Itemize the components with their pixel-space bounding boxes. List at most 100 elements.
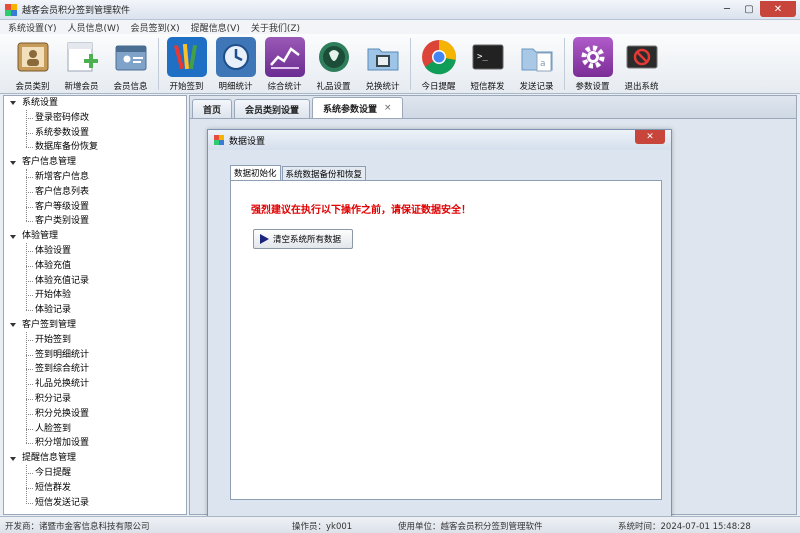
- tree-item-customer-list[interactable]: 客户信息列表: [4, 185, 186, 200]
- gift-settings-button[interactable]: 礼品设置: [309, 34, 358, 94]
- toolbar-separator: [564, 38, 565, 90]
- tree-group-system-settings: 系统设置 登录密码修改 系统参数设置 数据库备份恢复: [4, 96, 186, 155]
- menu-personnel-info[interactable]: 人员信息(W): [68, 21, 120, 34]
- status-unit: 使用单位：越客会员积分签到管理软件: [398, 522, 543, 532]
- menu-system-settings[interactable]: 系统设置(Y): [8, 21, 57, 34]
- dialog-close-button[interactable]: ✕: [635, 130, 665, 144]
- tree-item-sms-send-records[interactable]: 短信发送记录: [4, 496, 186, 511]
- tree-node-experience[interactable]: 体验管理: [4, 229, 186, 244]
- start-signin-button[interactable]: 开始签到: [162, 34, 211, 94]
- tree-item-start-signin[interactable]: 开始签到: [4, 333, 186, 348]
- tree-item-start-experience[interactable]: 开始体验: [4, 288, 186, 303]
- start-signin-icon: [166, 37, 207, 77]
- tree-node-customer-signin[interactable]: 客户签到管理: [4, 318, 186, 333]
- tree-item-recharge-records[interactable]: 体验充值记录: [4, 274, 186, 289]
- clear-all-data-button[interactable]: 清空系统所有数据: [253, 229, 353, 249]
- tree-group-experience: 体验管理 体验设置 体验充值 体验充值记录 开始体验 体验记录: [4, 229, 186, 318]
- menu-bar: 系统设置(Y) 人员信息(W) 会员签到(X) 提醒信息(V) 关于我们(Z): [0, 20, 800, 34]
- status-developer: 开发商：诸暨市金客信息科技有限公司: [5, 522, 150, 532]
- status-time: 系统时间：2024-07-01 15:48:28: [618, 522, 751, 532]
- send-record-button[interactable]: a 发送记录: [512, 34, 561, 94]
- expand-arrow-icon[interactable]: [10, 456, 16, 461]
- tree-item-signin-detail-stats[interactable]: 签到明细统计: [4, 348, 186, 363]
- expand-arrow-icon[interactable]: [10, 101, 16, 106]
- tab-system-parameter-settings[interactable]: 系统参数设置 ×: [312, 97, 403, 118]
- menu-reminder-info[interactable]: 提醒信息(V): [191, 21, 240, 34]
- tree-node-reminder-info[interactable]: 提醒信息管理: [4, 451, 186, 466]
- member-category-button[interactable]: 会员类别: [8, 34, 57, 94]
- toolbar-label: 今日提醒: [421, 82, 456, 92]
- menu-about-us[interactable]: 关于我们(Z): [251, 21, 300, 34]
- dialog-app-icon: [214, 135, 224, 145]
- tree-item-customer-level[interactable]: 客户等级设置: [4, 200, 186, 215]
- tree-item-gift-exchange-stats[interactable]: 礼品兑换统计: [4, 377, 186, 392]
- parameter-settings-icon: [572, 37, 613, 77]
- tree-node-customer-info[interactable]: 客户信息管理: [4, 155, 186, 170]
- exchange-stats-icon: [363, 37, 403, 77]
- toolbar-label: 退出系统: [624, 82, 659, 92]
- toolbar-label: 礼品设置: [316, 82, 351, 92]
- tree-item-points-records[interactable]: 积分记录: [4, 392, 186, 407]
- tab-backup-restore[interactable]: 系统数据备份和恢复: [281, 166, 367, 180]
- title-bar: 越客会员积分签到管理软件 ─ ▢ ✕: [0, 0, 800, 20]
- tab-home[interactable]: 首页: [192, 99, 233, 118]
- exchange-stats-button[interactable]: 兑换统计: [358, 34, 407, 94]
- toolbar-label: 兑换统计: [365, 82, 400, 92]
- member-info-icon: [111, 37, 151, 77]
- app-logo-icon: [5, 3, 17, 16]
- data-settings-dialog: 数据设置 ✕ 数据初始化 系统数据备份和恢复 强烈建议在执行以下操作之前，请保证…: [207, 129, 672, 519]
- member-info-button[interactable]: 会员信息: [106, 34, 155, 94]
- arrow-right-icon: [260, 234, 269, 244]
- dialog-tab-strip: 数据初始化 系统数据备份和恢复: [230, 165, 367, 180]
- tree-item-experience-recharge[interactable]: 体验充值: [4, 259, 186, 274]
- tree-item-add-customer[interactable]: 新增客户信息: [4, 170, 186, 185]
- exit-system-button[interactable]: 退出系统: [617, 34, 666, 94]
- tree-node-system-settings[interactable]: 系统设置: [4, 96, 186, 111]
- menu-member-signin[interactable]: 会员签到(X): [130, 21, 179, 34]
- toolbar-label: 短信群发: [470, 82, 505, 92]
- toolbar-label: 开始签到: [169, 82, 204, 92]
- expand-arrow-icon[interactable]: [10, 160, 16, 165]
- tab-close-icon[interactable]: ×: [384, 103, 392, 113]
- warning-message: 强烈建议在执行以下操作之前，请保证数据安全！: [251, 205, 471, 216]
- tree-item-customer-category[interactable]: 客户类别设置: [4, 214, 186, 229]
- exit-system-icon: [622, 37, 662, 77]
- navigation-tree: 系统设置 登录密码修改 系统参数设置 数据库备份恢复 客户信息管理 新增客户信息…: [3, 95, 187, 515]
- sms-broadcast-icon: >_: [468, 37, 508, 77]
- send-record-icon: a: [517, 37, 557, 77]
- expand-arrow-icon[interactable]: [10, 323, 16, 328]
- tree-item-today-reminder[interactable]: 今日提醒: [4, 466, 186, 481]
- tree-item-face-signin[interactable]: 人脸签到: [4, 422, 186, 437]
- tab-data-initialization[interactable]: 数据初始化: [230, 165, 281, 180]
- tree-item-system-parameters[interactable]: 系统参数设置: [4, 126, 186, 141]
- sms-broadcast-button[interactable]: >_ 短信群发: [463, 34, 512, 94]
- toolbar-separator: [158, 38, 159, 90]
- expand-arrow-icon[interactable]: [10, 234, 16, 239]
- overall-stats-button[interactable]: 综合统计: [260, 34, 309, 94]
- tree-item-signin-overall-stats[interactable]: 签到综合统计: [4, 362, 186, 377]
- tree-item-points-exchange-settings[interactable]: 积分兑换设置: [4, 407, 186, 422]
- add-member-button[interactable]: 新增会员: [57, 34, 106, 94]
- parameter-settings-button[interactable]: 参数设置: [568, 34, 617, 94]
- overall-stats-icon: [264, 37, 305, 77]
- tree-item-experience-records[interactable]: 体验记录: [4, 303, 186, 318]
- tree-item-points-increase-settings[interactable]: 积分增加设置: [4, 436, 186, 451]
- toolbar-label: 综合统计: [267, 82, 302, 92]
- detail-stats-button[interactable]: 明细统计: [211, 34, 260, 94]
- status-bar: 开发商：诸暨市金客信息科技有限公司 操作员：yk001 使用单位：越客会员积分签…: [0, 516, 800, 533]
- tab-strip: 首页 会员类别设置 系统参数设置 ×: [190, 96, 796, 118]
- tree-item-experience-settings[interactable]: 体验设置: [4, 244, 186, 259]
- minimize-button[interactable]: ─: [716, 1, 738, 17]
- toolbar-label: 新增会员: [64, 82, 99, 92]
- toolbar-label: 发送记录: [519, 82, 554, 92]
- today-reminder-icon: [419, 37, 459, 77]
- tab-member-category-settings[interactable]: 会员类别设置: [234, 99, 311, 118]
- today-reminder-button[interactable]: 今日提醒: [414, 34, 463, 94]
- close-button[interactable]: ✕: [760, 1, 796, 17]
- maximize-button[interactable]: ▢: [738, 1, 760, 17]
- tree-group-customer-info: 客户信息管理 新增客户信息 客户信息列表 客户等级设置 客户类别设置: [4, 155, 186, 229]
- tree-item-sms-broadcast[interactable]: 短信群发: [4, 481, 186, 496]
- tree-item-change-password[interactable]: 登录密码修改: [4, 111, 186, 126]
- dialog-title: 数据设置: [229, 136, 266, 147]
- tree-item-database-backup[interactable]: 数据库备份恢复: [4, 140, 186, 155]
